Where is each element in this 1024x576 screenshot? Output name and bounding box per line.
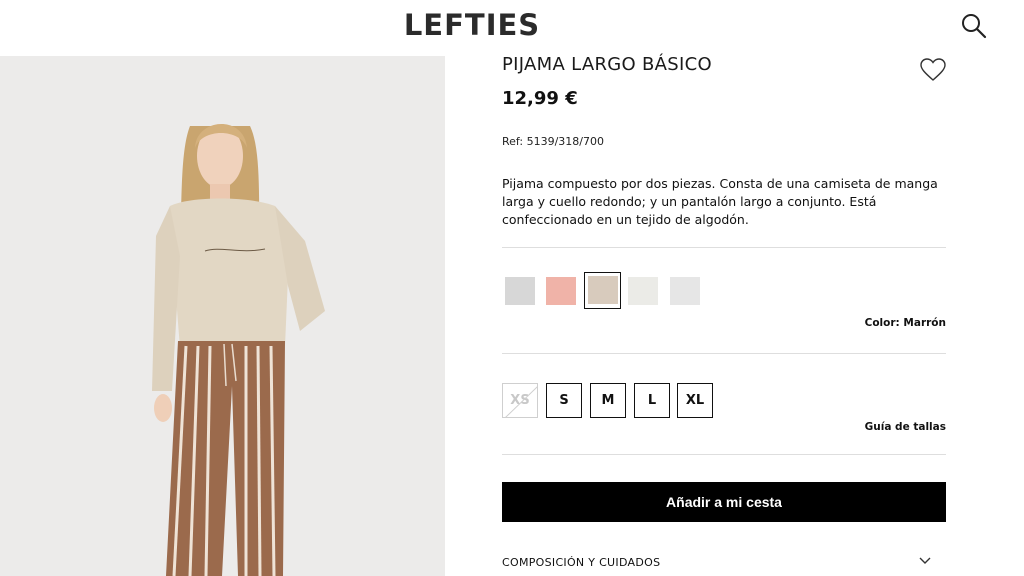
size-option-l[interactable]: L	[634, 383, 670, 418]
color-swatch-marron[interactable]	[588, 276, 618, 304]
product-image[interactable]	[0, 56, 445, 576]
add-to-cart-button[interactable]: Añadir a mi cesta	[502, 482, 946, 522]
color-swatch-gris[interactable]	[505, 277, 535, 305]
model-illustration	[0, 56, 445, 576]
size-guide-link[interactable]: Guía de tallas	[865, 421, 946, 433]
selected-color-label: Color: Marrón	[864, 317, 946, 329]
search-icon[interactable]	[960, 12, 988, 40]
divider	[502, 247, 946, 248]
product-reference: Ref: 5139/318/700	[502, 135, 604, 148]
size-option-xs[interactable]: XS	[502, 383, 538, 418]
color-swatch-rosa[interactable]	[546, 277, 576, 305]
color-swatch-gris-claro[interactable]	[670, 277, 700, 305]
divider	[502, 454, 946, 455]
product-description: Pijama compuesto por dos piezas. Consta …	[502, 176, 938, 227]
divider	[502, 353, 946, 354]
product-title: PIJAMA LARGO BÁSICO	[502, 54, 712, 75]
size-option-s[interactable]: S	[546, 383, 582, 418]
brand-logo[interactable]: LEFTIES	[0, 8, 944, 42]
size-option-m[interactable]: M	[590, 383, 626, 418]
size-option-xl[interactable]: XL	[677, 383, 713, 418]
composition-section-toggle[interactable]: COMPOSICIÓN Y CUIDADOS	[502, 556, 660, 569]
product-price: 12,99 €	[502, 88, 578, 109]
color-swatch-crudo[interactable]	[628, 277, 658, 305]
heart-icon[interactable]	[919, 57, 947, 83]
chevron-down-icon[interactable]	[918, 556, 932, 566]
unavailable-strike	[503, 384, 537, 417]
